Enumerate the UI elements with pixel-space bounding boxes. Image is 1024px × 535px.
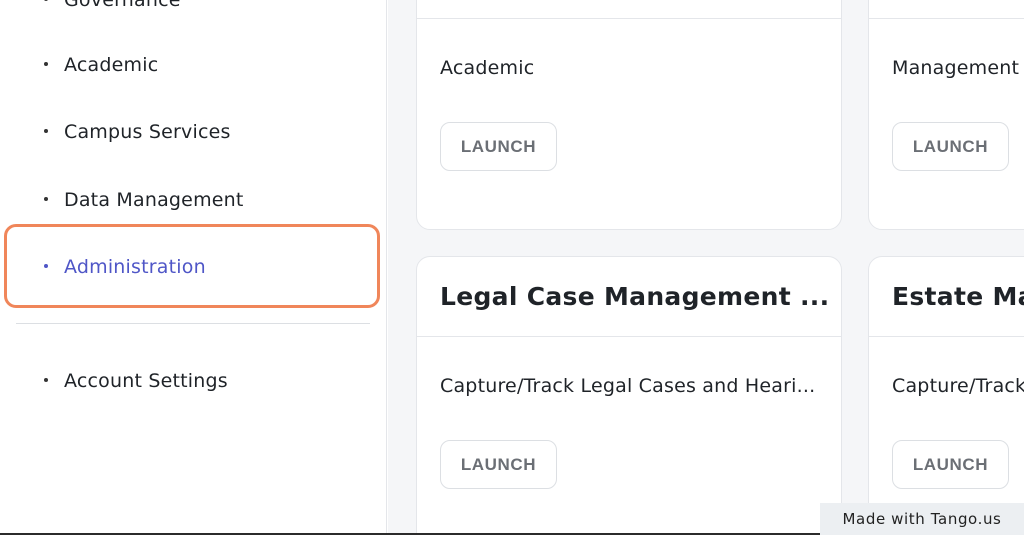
card-description: Capture/Track [892, 375, 1024, 397]
app-grid: Academic LAUNCH Management LAUNCH Legal … [388, 0, 1024, 535]
bullet-icon [44, 62, 48, 66]
card-description: Academic [440, 57, 535, 79]
sidebar-item-academic[interactable]: Academic [0, 45, 387, 85]
sidebar-item-label: Academic [64, 54, 159, 76]
sidebar-item-account-settings[interactable]: Account Settings [0, 361, 387, 401]
card-title [869, 0, 1024, 19]
sidebar-item-governance[interactable]: Governance [0, 0, 387, 20]
app-card: Estate Ma Capture/Track LAUNCH [868, 256, 1024, 535]
app-card: Management LAUNCH [868, 0, 1024, 230]
tango-watermark: Made with Tango.us [820, 503, 1024, 535]
bullet-icon [44, 197, 48, 201]
sidebar: Governance Academic Campus Services Data… [0, 0, 387, 535]
launch-button[interactable]: LAUNCH [892, 122, 1009, 171]
sidebar-divider [16, 323, 370, 324]
bullet-icon [44, 0, 48, 1]
card-title [417, 0, 841, 19]
launch-button[interactable]: LAUNCH [440, 440, 557, 489]
bullet-icon [44, 129, 48, 133]
card-description: Management [892, 57, 1020, 79]
launch-button[interactable]: LAUNCH [440, 122, 557, 171]
card-description: Capture/Track Legal Cases and Heari... [440, 375, 816, 397]
app-card: Legal Case Management ... Capture/Track … [416, 256, 842, 535]
launch-button[interactable]: LAUNCH [892, 440, 1009, 489]
sidebar-item-label: Governance [64, 0, 181, 11]
sidebar-item-label: Data Management [64, 189, 244, 211]
click-highlight [4, 224, 380, 308]
sidebar-item-campus-services[interactable]: Campus Services [0, 112, 387, 152]
bullet-icon [44, 378, 48, 382]
card-title: Legal Case Management ... [417, 257, 841, 337]
sidebar-item-label: Campus Services [64, 121, 231, 143]
card-title: Estate Ma [869, 257, 1024, 337]
sidebar-item-label: Account Settings [64, 370, 228, 392]
sidebar-item-data-management[interactable]: Data Management [0, 180, 387, 220]
app-card: Academic LAUNCH [416, 0, 842, 230]
